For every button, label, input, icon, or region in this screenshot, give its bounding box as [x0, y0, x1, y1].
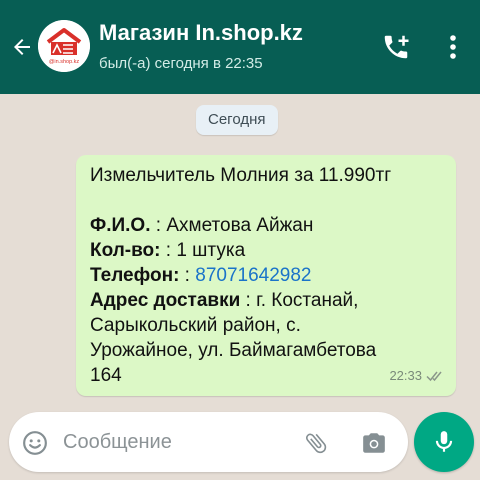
- quantity-value: : 1 штука: [160, 240, 246, 261]
- name-value: : Ахметова Айжан: [150, 215, 314, 236]
- quantity-line: Кол-во: : 1 штука: [90, 238, 442, 263]
- attach-button[interactable]: [301, 428, 331, 458]
- address-label: Адрес доставки: [90, 290, 241, 311]
- last-seen-status: был(-а) сегодня в 22:35: [99, 55, 263, 72]
- chat-area[interactable]: Сегодня Измельчитель Молния за 11.990тг …: [0, 94, 480, 404]
- message-time: 22:33: [389, 368, 422, 383]
- phone-separator: :: [179, 265, 196, 286]
- address-value-1: : г. Костанай,: [240, 290, 359, 311]
- contact-name: Магазин In.shop.kz: [99, 20, 303, 45]
- chat-header: @in.shop.kz Магазин In.shop.kz был(-а) с…: [0, 0, 480, 94]
- address-value-3: Урожайное, ул. Баймагамбетова: [90, 340, 377, 361]
- phone-line: Телефон: : 87071642982: [90, 263, 442, 288]
- date-divider: Сегодня: [196, 105, 278, 135]
- double-check-icon: [426, 371, 442, 381]
- arrow-left-icon: [14, 39, 30, 55]
- voice-record-button[interactable]: [414, 412, 474, 472]
- phone-label: Телефон:: [90, 265, 180, 286]
- camera-icon: [363, 433, 385, 453]
- back-button[interactable]: [8, 33, 36, 61]
- menu-button[interactable]: [441, 31, 465, 63]
- camera-button[interactable]: [359, 428, 389, 458]
- message-input[interactable]: [63, 426, 283, 458]
- contact-info[interactable]: Магазин In.shop.kz был(-а) сегодня в 22:…: [99, 18, 369, 75]
- emoji-icon: [23, 431, 47, 455]
- message-meta: 22:33: [389, 363, 446, 388]
- address-line: Адрес доставки : г. Костанай,: [90, 288, 442, 313]
- message-composer: [9, 412, 408, 472]
- address-value-2: Сарыкольский район, с.: [90, 315, 301, 336]
- emoji-button[interactable]: [21, 429, 49, 457]
- microphone-icon: [435, 431, 453, 452]
- paperclip-icon: [305, 433, 327, 454]
- phone-link[interactable]: 87071642982: [195, 265, 311, 286]
- add-call-button[interactable]: [380, 31, 412, 63]
- name-line: Ф.И.О. : Ахметова Айжан: [90, 213, 442, 238]
- shop-logo-icon: @in.shop.kz: [38, 20, 90, 72]
- product-line: Измельчитель Молния за 11.990тг: [90, 165, 392, 186]
- quantity-label: Кол-во:: [90, 240, 161, 261]
- outgoing-message[interactable]: Измельчитель Молния за 11.990тг Ф.И.О. :…: [76, 155, 456, 396]
- avatar-text: @in.shop.kz: [49, 59, 80, 65]
- more-vertical-icon: [450, 35, 456, 59]
- name-label: Ф.И.О.: [90, 215, 151, 236]
- add-call-icon: [384, 35, 409, 59]
- avatar[interactable]: @in.shop.kz: [38, 20, 90, 72]
